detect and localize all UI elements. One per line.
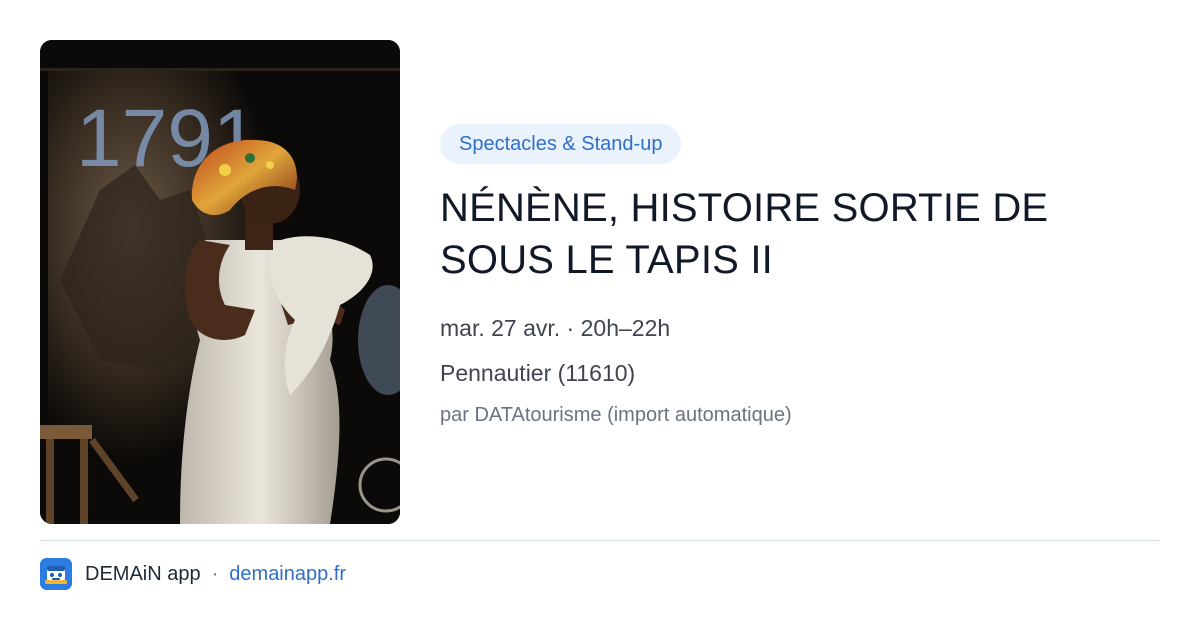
event-datetime: mar. 27 avr. · 20h–22h <box>440 315 671 341</box>
category-chip[interactable]: Spectacles & Stand-up <box>440 124 682 164</box>
demain-logo-svg <box>40 558 72 590</box>
performer-photo-illustration: 1791 <box>40 40 400 524</box>
demain-logo-icon[interactable] <box>40 558 72 590</box>
event-info: Spectacles & Stand-up NÉNÈNE, HISTOIRE S… <box>440 124 1160 429</box>
app-name: DEMAiN app <box>85 562 201 585</box>
event-card: 1791 Spectacles & Stand-up NÉNÈNE, HISTO… <box>0 0 1200 630</box>
footer-separator: · <box>211 562 219 585</box>
footer: DEMAiN app · demainapp.fr <box>40 557 346 591</box>
event-title: NÉNÈNE, HISTOIRE SORTIE DE SOUS LE TAPIS… <box>440 186 1049 282</box>
app-url-link[interactable]: demainapp.fr <box>229 563 346 586</box>
event-location: Pennautier (11610) <box>440 360 636 386</box>
event-photo: 1791 <box>40 40 400 524</box>
footer-divider <box>40 540 1160 541</box>
event-source: par DATAtourisme (import automatique) <box>440 404 792 426</box>
